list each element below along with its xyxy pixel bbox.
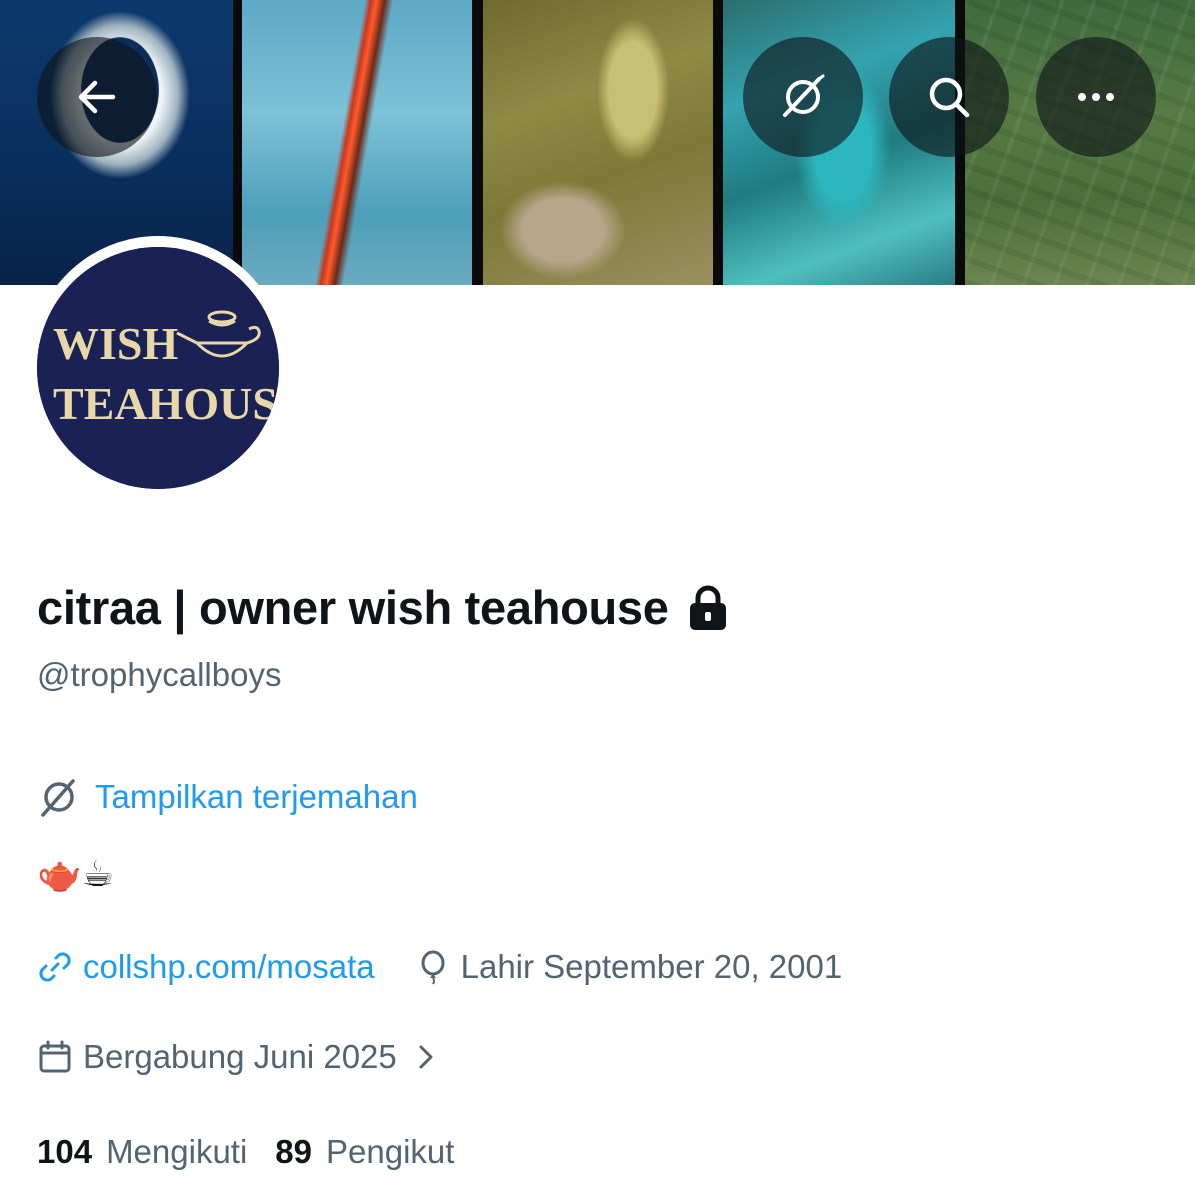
bio: 🫖☕ <box>37 853 115 894</box>
link-icon <box>39 952 71 982</box>
translate-icon <box>783 74 825 117</box>
search-button[interactable] <box>889 37 1009 157</box>
back-button[interactable] <box>37 37 157 157</box>
calendar-icon <box>39 1040 71 1073</box>
chevron-right-icon <box>419 1045 433 1069</box>
following-label: Mengikuti <box>106 1133 248 1170</box>
balloon-icon <box>421 950 445 985</box>
birth-date: Lahir September 20, 2001 <box>415 948 843 986</box>
followers-count: 89 <box>275 1133 313 1170</box>
translate-icon <box>41 779 75 817</box>
joined-date[interactable]: Bergabung Juni 2025 <box>37 1038 441 1076</box>
avatar-line2: TEAHOUSE <box>53 378 279 429</box>
avatar-logo: WISH TEAHOUSE <box>37 247 279 489</box>
banner-image-panel <box>483 0 713 285</box>
arrow-left-icon <box>78 80 116 114</box>
avatar[interactable]: WISH TEAHOUSE <box>37 247 279 489</box>
website-link[interactable]: collshp.com/mosata <box>37 948 375 986</box>
following-count: 104 <box>37 1133 93 1170</box>
follow-stats: 104 Mengikuti 89 Pengikut <box>37 1133 454 1171</box>
display-name: citraa | owner wish teahouse <box>37 581 669 634</box>
show-translation-link[interactable]: Tampilkan terjemahan <box>37 775 418 819</box>
following-stat[interactable]: 104 Mengikuti <box>37 1133 247 1171</box>
followers-stat[interactable]: 89 Pengikut <box>275 1133 454 1171</box>
name-row: citraa | owner wish teahouse <box>37 580 729 635</box>
user-handle: @trophycallboys <box>37 656 282 693</box>
profile-meta: collshp.com/mosata Lahir September 20, 2… <box>37 948 842 986</box>
joined-text: Bergabung Juni 2025 <box>83 1038 397 1075</box>
more-horizontal-icon <box>1078 93 1114 101</box>
more-button[interactable] <box>1036 37 1156 157</box>
birth-text: Lahir September 20, 2001 <box>460 948 843 985</box>
translate-button[interactable] <box>743 37 863 157</box>
search-icon <box>929 77 970 118</box>
avatar-line1: WISH <box>53 318 178 369</box>
followers-label: Pengikut <box>326 1133 455 1170</box>
banner-image-panel <box>242 0 472 285</box>
translate-label: Tampilkan terjemahan <box>95 778 418 815</box>
website-link-text: collshp.com/mosata <box>83 948 375 985</box>
lock-icon <box>689 585 726 630</box>
